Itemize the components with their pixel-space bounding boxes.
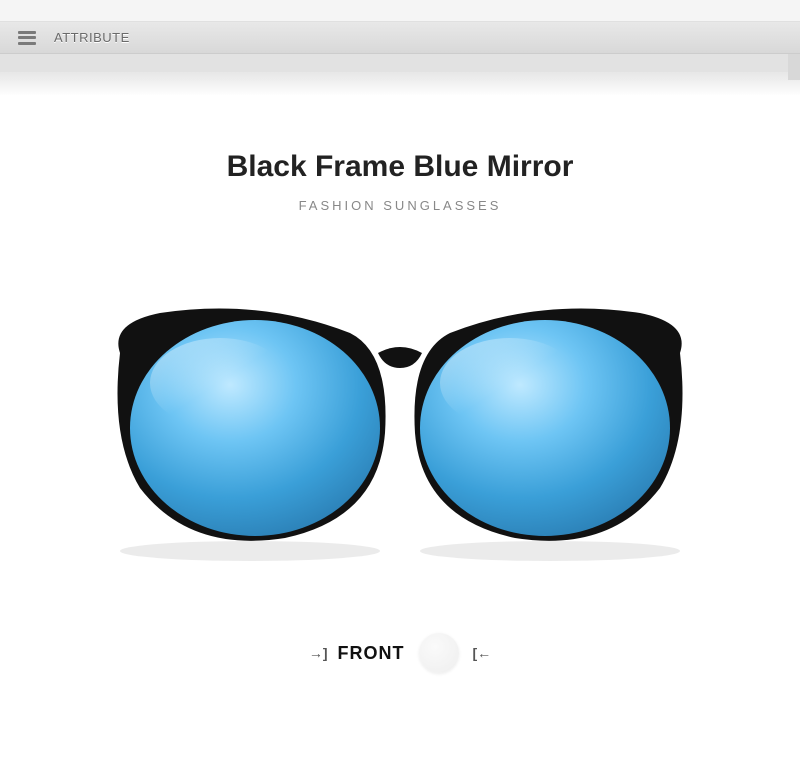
top-spacer bbox=[0, 0, 800, 22]
product-area: Black Frame Blue Mirror FASHION SUNGLASS… bbox=[0, 96, 800, 673]
hamburger-icon[interactable] bbox=[18, 31, 36, 45]
product-subtitle: FASHION SUNGLASSES bbox=[0, 198, 800, 213]
arrow-in-left-icon: [← bbox=[473, 645, 492, 661]
view-label-row: →] FRONT [← bbox=[0, 633, 800, 673]
sub-header-gap bbox=[0, 54, 800, 96]
sunglasses-image bbox=[90, 293, 710, 573]
scrollbar-fragment[interactable] bbox=[788, 54, 800, 80]
product-title: Black Frame Blue Mirror bbox=[0, 150, 800, 184]
attribute-bar[interactable]: ATTRIBUTE bbox=[0, 22, 800, 54]
attribute-label: ATTRIBUTE bbox=[54, 30, 130, 45]
ghost-sphere-icon bbox=[419, 633, 459, 673]
view-label: FRONT bbox=[338, 643, 405, 664]
arrow-in-right-icon: →] bbox=[309, 645, 328, 661]
